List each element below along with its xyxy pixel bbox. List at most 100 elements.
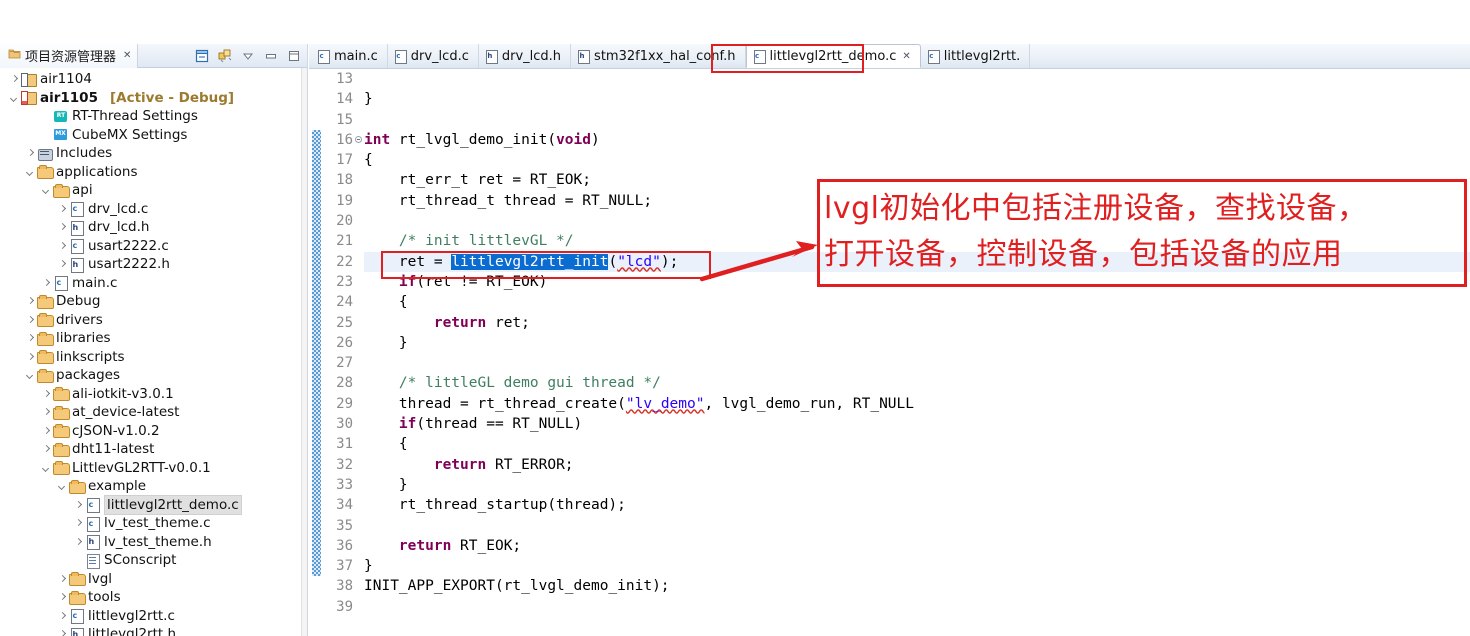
code-line[interactable]: }: [364, 475, 1470, 495]
tree-item-sconscript[interactable]: SConscript: [0, 551, 301, 570]
editor-tab-drv-lcd-h[interactable]: drv_lcd.h: [479, 44, 572, 68]
code-line[interactable]: return RT_EOK;: [364, 536, 1470, 556]
tree-item-lv-test-theme-c[interactable]: lv_test_theme.c: [0, 514, 301, 533]
tree-item-includes[interactable]: Includes: [0, 144, 301, 163]
tree-item-applications[interactable]: applications: [0, 163, 301, 182]
chevron-right-icon[interactable]: [72, 496, 85, 515]
chevron-right-icon[interactable]: [72, 514, 85, 533]
chevron-right-icon[interactable]: [24, 329, 37, 348]
explorer-scrollbar[interactable]: [301, 68, 307, 636]
chevron-right-icon[interactable]: [56, 588, 69, 607]
tree-item-dht11-latest[interactable]: dht11-latest: [0, 440, 301, 459]
tree-item-lv-test-theme-h[interactable]: lv_test_theme.h: [0, 533, 301, 552]
code-line[interactable]: [364, 110, 1470, 130]
chevron-right-icon[interactable]: [56, 607, 69, 626]
tab-close-icon[interactable]: ✕: [902, 51, 910, 62]
code-view[interactable]: 13 14 15 16 17 18 19 20 21 22 23 24 25 26 27 28 29 30 31 32…: [309, 69, 1470, 636]
chevron-right-icon[interactable]: [40, 403, 53, 422]
chevron-right-icon[interactable]: [8, 70, 21, 89]
tree-item-air1104[interactable]: air1104: [0, 70, 301, 89]
tree-item-api[interactable]: api: [0, 181, 301, 200]
code-line[interactable]: [364, 597, 1470, 617]
code-line[interactable]: rt_thread_startup(thread);: [364, 495, 1470, 515]
chevron-down-icon[interactable]: [56, 477, 69, 496]
code-line[interactable]: [364, 211, 1470, 231]
chevron-right-icon[interactable]: [56, 570, 69, 589]
chevron-right-icon[interactable]: [24, 144, 37, 163]
code-line[interactable]: ret = littlevgl2rtt_init("lcd");: [364, 251, 1470, 272]
code-line[interactable]: [364, 516, 1470, 536]
code-line[interactable]: }: [364, 333, 1470, 353]
chevron-right-icon[interactable]: [40, 274, 53, 293]
chevron-right-icon[interactable]: [24, 311, 37, 330]
chevron-right-icon[interactable]: [72, 533, 85, 552]
code-line[interactable]: INIT_APP_EXPORT(rt_lvgl_demo_init);: [364, 576, 1470, 596]
project-tree[interactable]: air1104air1105 [Active - Debug] RT-Thread …: [0, 68, 301, 636]
maximize-icon[interactable]: [287, 49, 301, 63]
code-line[interactable]: {: [364, 150, 1470, 170]
editor-tab-drv-lcd-c[interactable]: drv_lcd.c: [388, 44, 479, 68]
tree-item-usart2222-h[interactable]: usart2222.h: [0, 255, 301, 274]
chevron-right-icon[interactable]: [24, 292, 37, 311]
code-line[interactable]: int rt_lvgl_demo_init(void): [364, 130, 1470, 150]
editor-tab-littlevgl2rtt-[interactable]: littlevgl2rtt.: [921, 44, 1031, 68]
view-menu-icon[interactable]: [241, 49, 255, 63]
chevron-down-icon[interactable]: [40, 459, 53, 478]
editor-tab-stm32f1xx-hal-conf-h[interactable]: stm32f1xx_hal_conf.h: [571, 44, 746, 68]
tree-item-air1105[interactable]: air1105 [Active - Debug]: [0, 89, 301, 108]
collapse-all-icon[interactable]: [195, 49, 209, 63]
chevron-right-icon[interactable]: [24, 348, 37, 367]
tree-item-littlevgl2rtt-v0-0-1[interactable]: LittlevGL2RTT-v0.0.1: [0, 459, 301, 478]
code-line[interactable]: }: [364, 556, 1470, 576]
close-icon[interactable]: ✕: [123, 50, 131, 61]
tree-item-at-device-latest[interactable]: at_device-latest: [0, 403, 301, 422]
minimize-icon[interactable]: [264, 49, 278, 63]
tree-item-drv-lcd-c[interactable]: drv_lcd.c: [0, 200, 301, 219]
tree-item-example[interactable]: example: [0, 477, 301, 496]
code-line[interactable]: rt_err_t ret = RT_EOK;: [364, 170, 1470, 190]
chevron-right-icon[interactable]: [56, 218, 69, 237]
tree-item-usart2222-c[interactable]: usart2222.c: [0, 237, 301, 256]
code-line[interactable]: /* littleGL demo gui thread */: [364, 373, 1470, 393]
code-line[interactable]: }: [364, 89, 1470, 109]
code-line[interactable]: if(ret != RT_EOK): [364, 272, 1470, 292]
chevron-right-icon[interactable]: [56, 625, 69, 636]
link-with-editor-icon[interactable]: [218, 49, 232, 63]
code-line[interactable]: return ret;: [364, 313, 1470, 333]
tree-item-drv-lcd-h[interactable]: drv_lcd.h: [0, 218, 301, 237]
code-line[interactable]: {: [364, 434, 1470, 454]
tree-item-cubemx-settings[interactable]: CubeMX Settings: [0, 126, 301, 145]
code-line[interactable]: rt_thread_t thread = RT_NULL;: [364, 191, 1470, 211]
chevron-right-icon[interactable]: [56, 255, 69, 274]
editor-tab-main-c[interactable]: main.c: [311, 44, 388, 68]
tree-item-ali-iotkit-v3-0-1[interactable]: ali-iotkit-v3.0.1: [0, 385, 301, 404]
chevron-down-icon[interactable]: [24, 163, 37, 182]
tree-item-cjson-v1-0-2[interactable]: cJSON-v1.0.2: [0, 422, 301, 441]
chevron-right-icon[interactable]: [56, 237, 69, 256]
source-code-text[interactable]: } int rt_lvgl_demo_init(void){ rt_err_t …: [364, 69, 1470, 636]
tree-item-debug[interactable]: Debug: [0, 292, 301, 311]
chevron-down-icon[interactable]: [24, 366, 37, 385]
chevron-right-icon[interactable]: [40, 440, 53, 459]
tree-item-littlevgl2rtt-h[interactable]: littlevgl2rtt.h: [0, 625, 301, 636]
tree-item-littlevgl2rtt-c[interactable]: littlevgl2rtt.c: [0, 607, 301, 626]
code-line[interactable]: {: [364, 292, 1470, 312]
tree-item-drivers[interactable]: drivers: [0, 311, 301, 330]
chevron-down-icon[interactable]: [40, 181, 53, 200]
code-line[interactable]: return RT_ERROR;: [364, 455, 1470, 475]
code-line[interactable]: [364, 69, 1470, 89]
tree-item-littlevgl2rtt-demo-c[interactable]: littlevgl2rtt_demo.c: [0, 494, 301, 515]
tree-item-rt-thread-settings[interactable]: RT-Thread Settings: [0, 107, 301, 126]
code-line[interactable]: [364, 353, 1470, 373]
code-line[interactable]: if(thread == RT_NULL): [364, 414, 1470, 434]
chevron-right-icon[interactable]: [40, 422, 53, 441]
fold-toggle-icon[interactable]: [355, 135, 362, 143]
tree-item-linkscripts[interactable]: linkscripts: [0, 348, 301, 367]
tree-item-main-c[interactable]: main.c: [0, 274, 301, 293]
tree-item-tools[interactable]: tools: [0, 588, 301, 607]
chevron-right-icon[interactable]: [56, 200, 69, 219]
tree-item-libraries[interactable]: libraries: [0, 329, 301, 348]
tree-item-lvgl[interactable]: lvgl: [0, 570, 301, 589]
tree-item-packages[interactable]: packages: [0, 366, 301, 385]
editor-tab-littlevgl2rtt-demo-c[interactable]: littlevgl2rtt_demo.c ✕: [745, 44, 921, 68]
